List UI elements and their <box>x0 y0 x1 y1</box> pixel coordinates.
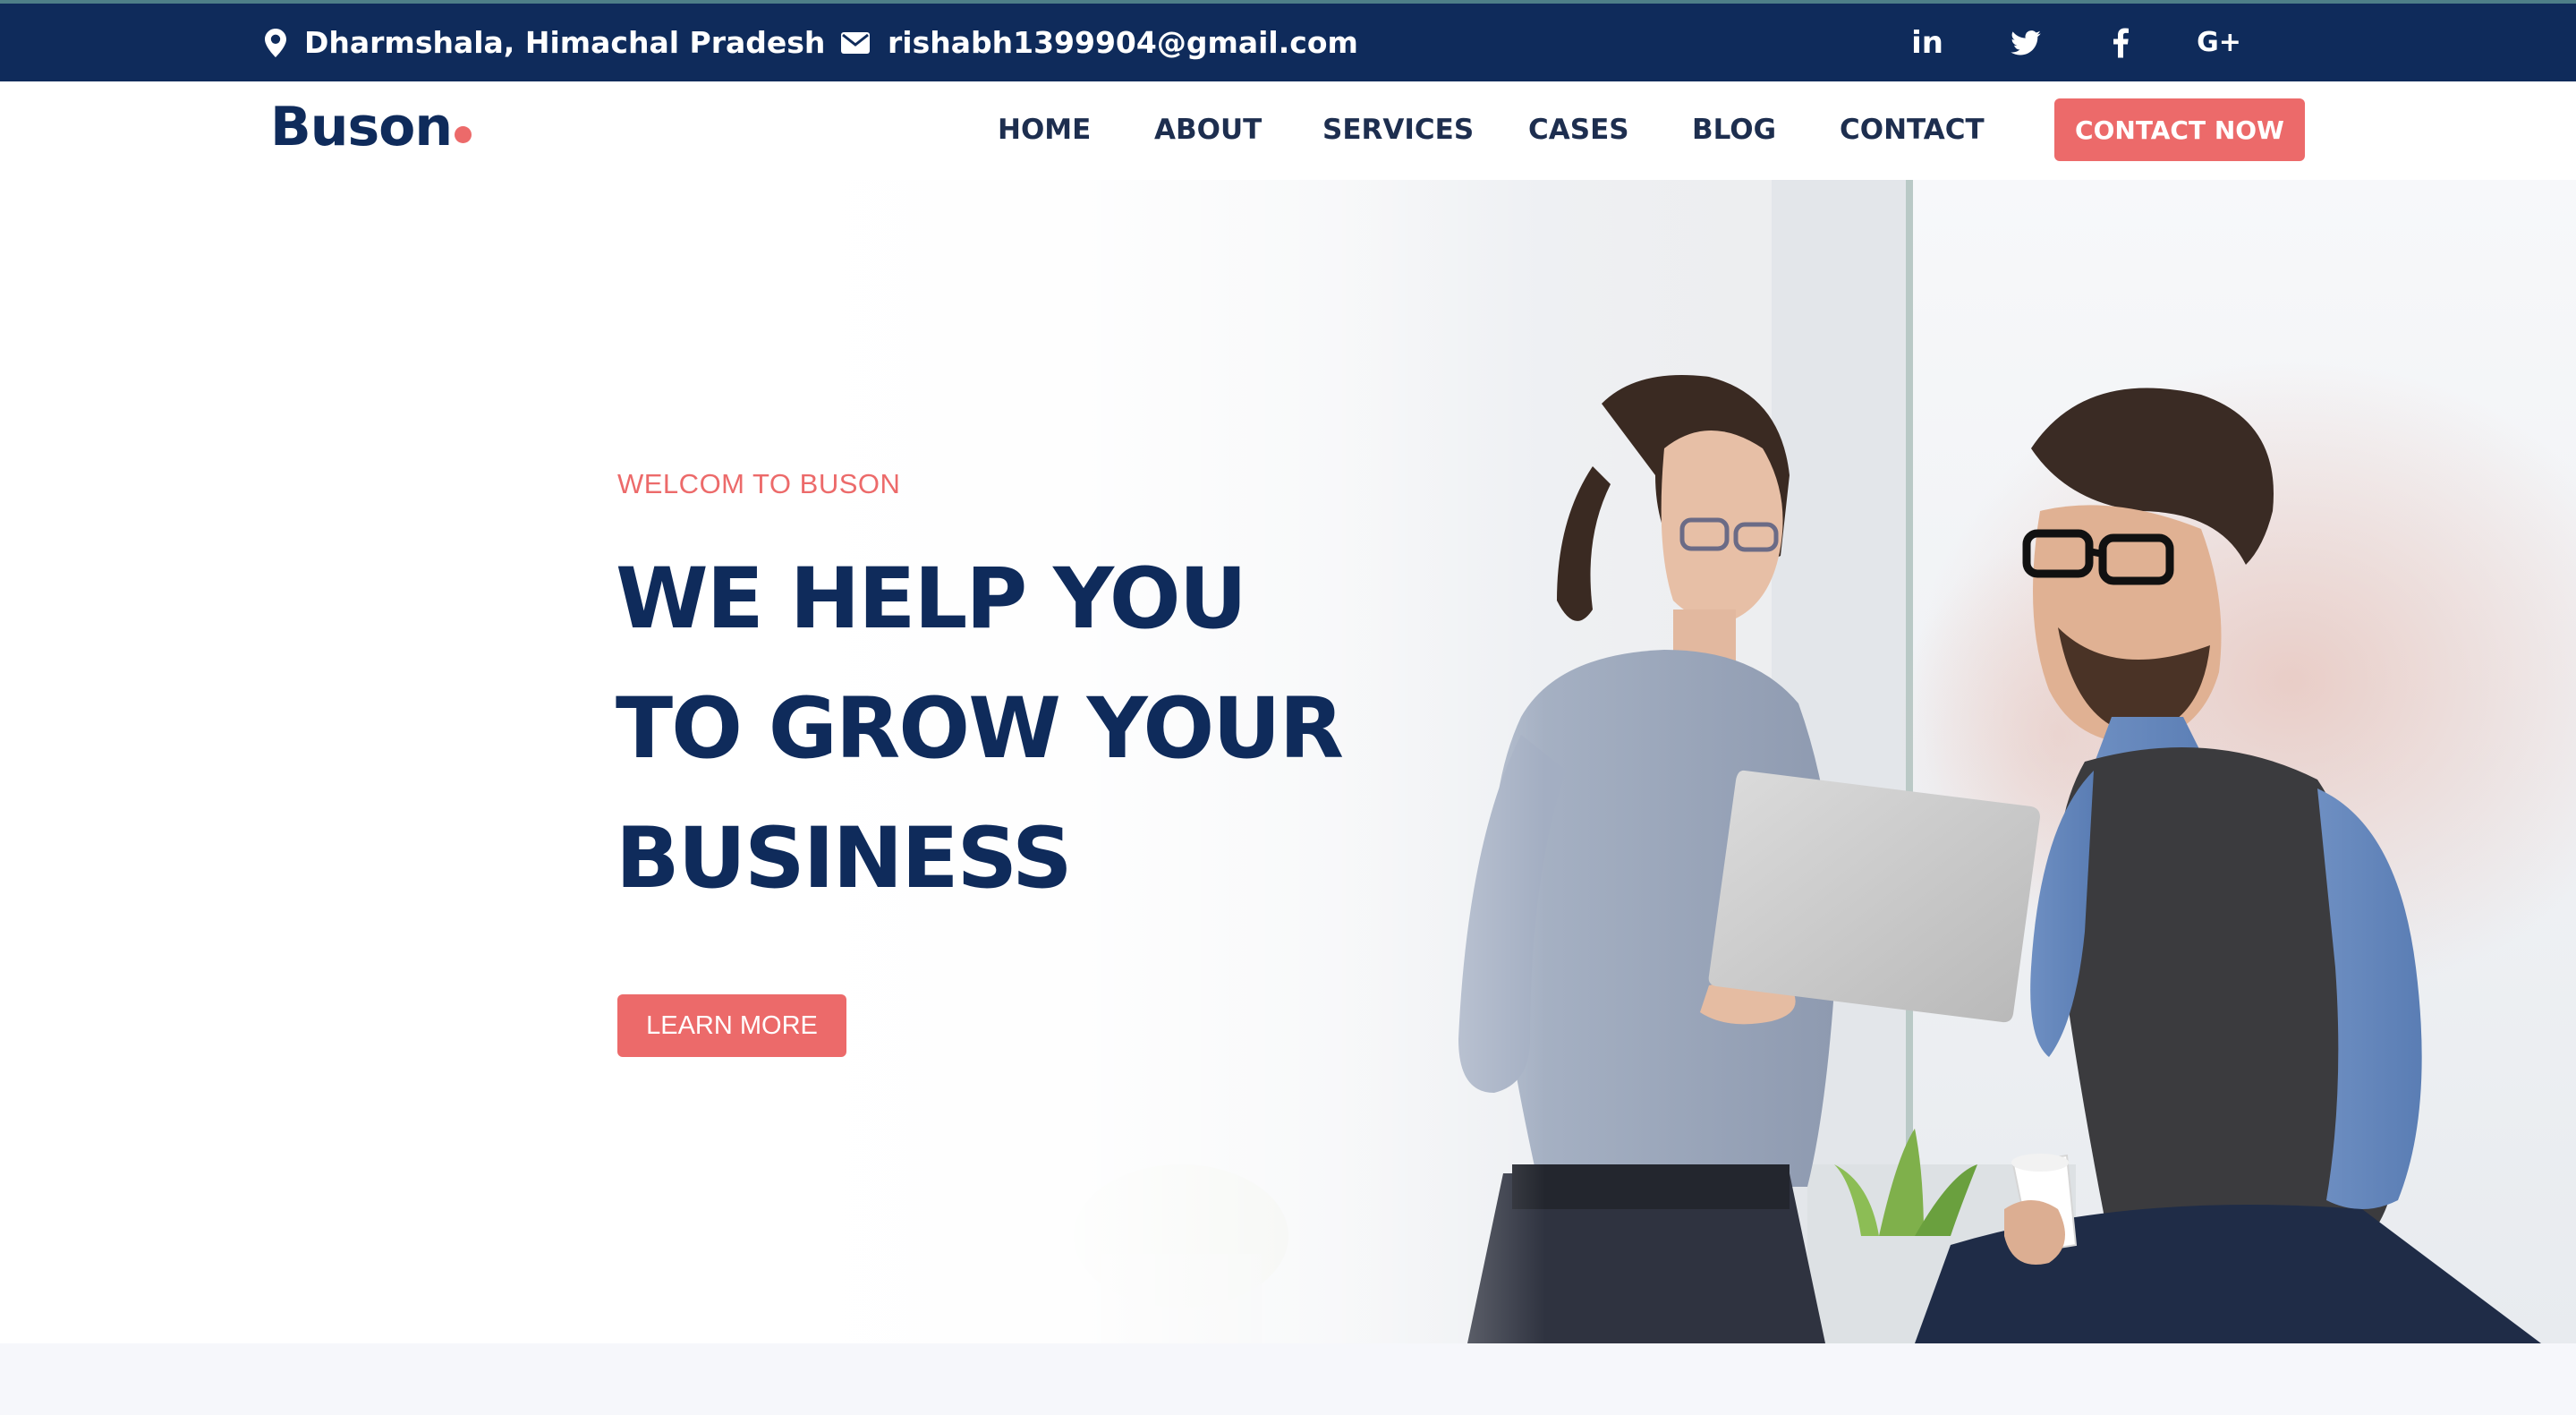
hero-headline-line-1: WE HELP YOU <box>616 550 1247 648</box>
hero-headline-line-3: BUSINESS <box>616 810 1073 908</box>
location-text: Dharmshala, Himachal Pradesh <box>304 25 826 60</box>
nav-home[interactable]: HOME <box>998 114 1091 146</box>
envelope-icon <box>841 31 870 54</box>
site-logo[interactable]: Buson <box>270 96 453 158</box>
nav-services[interactable]: SERVICES <box>1322 114 1474 146</box>
nav-about[interactable]: ABOUT <box>1154 114 1262 146</box>
facebook-icon[interactable] <box>2094 4 2147 81</box>
location-info: Dharmshala, Himachal Pradesh <box>265 4 825 81</box>
nav-cases[interactable]: CASES <box>1528 114 1629 146</box>
email-text[interactable]: rishabh1399904@gmail.com <box>888 25 1358 60</box>
twitter-icon[interactable] <box>1999 4 2053 81</box>
nav-contact[interactable]: CONTACT <box>1840 114 1985 146</box>
main-navbar: Buson HOME ABOUT SERVICES CASES BLOG CON… <box>0 81 2576 180</box>
email-info[interactable]: rishabh1399904@gmail.com <box>841 4 1358 81</box>
hero-welcome-text: WELCOM TO BUSON <box>617 468 901 499</box>
contact-now-button[interactable]: CONTACT NOW <box>2054 98 2305 161</box>
hero-headline-line-2: TO GROW YOUR <box>616 680 1344 778</box>
map-pin-icon <box>265 28 286 57</box>
linkedin-icon[interactable]: in <box>1900 4 1954 81</box>
nav-blog[interactable]: BLOG <box>1692 114 1776 146</box>
learn-more-button[interactable]: LEARN MORE <box>617 994 846 1057</box>
top-contact-bar: Dharmshala, Himachal Pradesh rishabh1399… <box>0 0 2576 81</box>
hero-section: WELCOM TO BUSON WE HELP YOU TO GROW YOUR… <box>0 180 2576 1343</box>
logo-dot <box>455 126 472 143</box>
google-plus-icon[interactable]: G+ <box>2192 4 2246 81</box>
next-section-strip <box>0 1343 2576 1415</box>
